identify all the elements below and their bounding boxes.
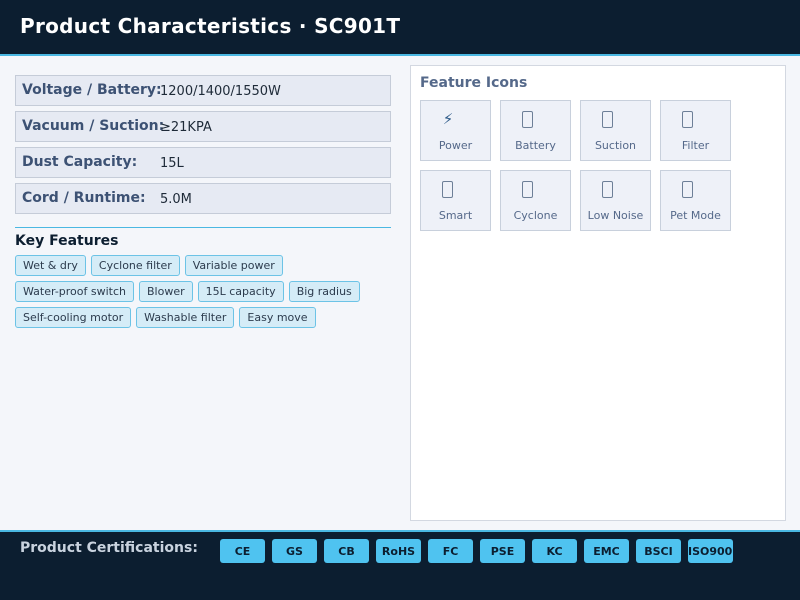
cert-badge: EMC [584, 539, 629, 563]
filter-icon [682, 111, 693, 128]
feature-card-label: Pet Mode [670, 209, 721, 222]
feature-tag: Easy move [239, 307, 316, 328]
spec-row-voltage: Voltage / Battery: 1200/1400/1550W [15, 75, 391, 106]
cert-badge: ISO9001 [688, 539, 733, 563]
spec-label: Dust Capacity: [22, 154, 138, 170]
page-title: Product Characteristics · SC901T [20, 14, 401, 38]
feature-tag: Wet & dry [15, 255, 86, 276]
feature-card-label: Power [438, 139, 473, 152]
spec-row-cord: Cord / Runtime: 5.0M [15, 183, 391, 214]
cert-badge: PSE [480, 539, 525, 563]
pet-mode-icon [682, 181, 693, 198]
cert-badge: CE [220, 539, 265, 563]
certification-badges: CE GS CB RoHS FC PSE KC EMC BSCI ISO9001 [220, 539, 740, 563]
feature-tags: Wet & dry Cyclone filter Variable power … [15, 255, 391, 333]
cert-badge: BSCI [636, 539, 681, 563]
cyclone-icon [522, 181, 533, 198]
spec-row-dust-capacity: Dust Capacity: 15L [15, 147, 391, 178]
header-bar: Product Characteristics · SC901T [0, 0, 800, 54]
key-features-title: Key Features [15, 233, 119, 249]
feature-card-battery[interactable]: Battery [500, 100, 571, 161]
feature-tag: Cyclone filter [90, 255, 180, 276]
feature-card-filter[interactable]: Filter [660, 100, 731, 161]
feature-tag: Water-proof switch [15, 281, 134, 302]
spec-value: 5.0M [160, 192, 192, 207]
feature-tag: Variable power [184, 255, 283, 276]
feature-card-label: Suction [594, 139, 637, 152]
feature-card-suction[interactable]: Suction [580, 100, 651, 161]
lightning-icon: ⚡ [442, 110, 454, 128]
spec-label: Voltage / Battery: [22, 82, 162, 98]
section-divider [15, 227, 391, 228]
suction-icon [602, 111, 613, 128]
feature-tag: Big radius [288, 281, 360, 302]
cert-badge: FC [428, 539, 473, 563]
certifications-label: Product Certifications: [20, 540, 198, 556]
cert-badge: RoHS [376, 539, 421, 563]
spec-label: Vacuum / Suction: [22, 118, 165, 134]
feature-icon-grid: ⚡ Power Battery Suction Filter Smart Cyc… [420, 100, 750, 240]
feature-tag: 15L capacity [197, 281, 284, 302]
spec-value: ≥21KPA [160, 120, 212, 135]
feature-card-cyclone[interactable]: Cyclone [500, 170, 571, 231]
feature-card-power[interactable]: ⚡ Power [420, 100, 491, 161]
feature-card-label: Filter [681, 139, 710, 152]
footer-accent-line [0, 530, 800, 532]
feature-icons-title: Feature Icons [420, 75, 528, 91]
feature-card-label: Battery [515, 139, 556, 152]
feature-card-smart[interactable]: Smart [420, 170, 491, 231]
smart-icon [442, 181, 453, 198]
spec-list: Voltage / Battery: 1200/1400/1550W Vacuu… [15, 75, 391, 219]
feature-card-label: Cyclone [513, 209, 558, 222]
feature-card-pet-mode[interactable]: Pet Mode [660, 170, 731, 231]
cert-badge: GS [272, 539, 317, 563]
spec-label: Cord / Runtime: [22, 190, 146, 206]
spec-row-vacuum: Vacuum / Suction: ≥21KPA [15, 111, 391, 142]
feature-tag: Blower [139, 281, 193, 302]
spec-value: 1200/1400/1550W [160, 84, 281, 99]
feature-card-label: Low Noise [587, 209, 644, 222]
cert-badge: CB [324, 539, 369, 563]
low-noise-icon [602, 181, 613, 198]
feature-icons-panel: Feature Icons ⚡ Power Battery Suction Fi… [410, 65, 786, 521]
cert-badge: KC [532, 539, 577, 563]
feature-card-label: Smart [438, 209, 473, 222]
header-accent-line [0, 54, 800, 56]
battery-icon [522, 111, 533, 128]
feature-tag: Washable filter [136, 307, 235, 328]
feature-card-low-noise[interactable]: Low Noise [580, 170, 651, 231]
feature-tag: Self-cooling motor [15, 307, 132, 328]
spec-value: 15L [160, 156, 184, 171]
